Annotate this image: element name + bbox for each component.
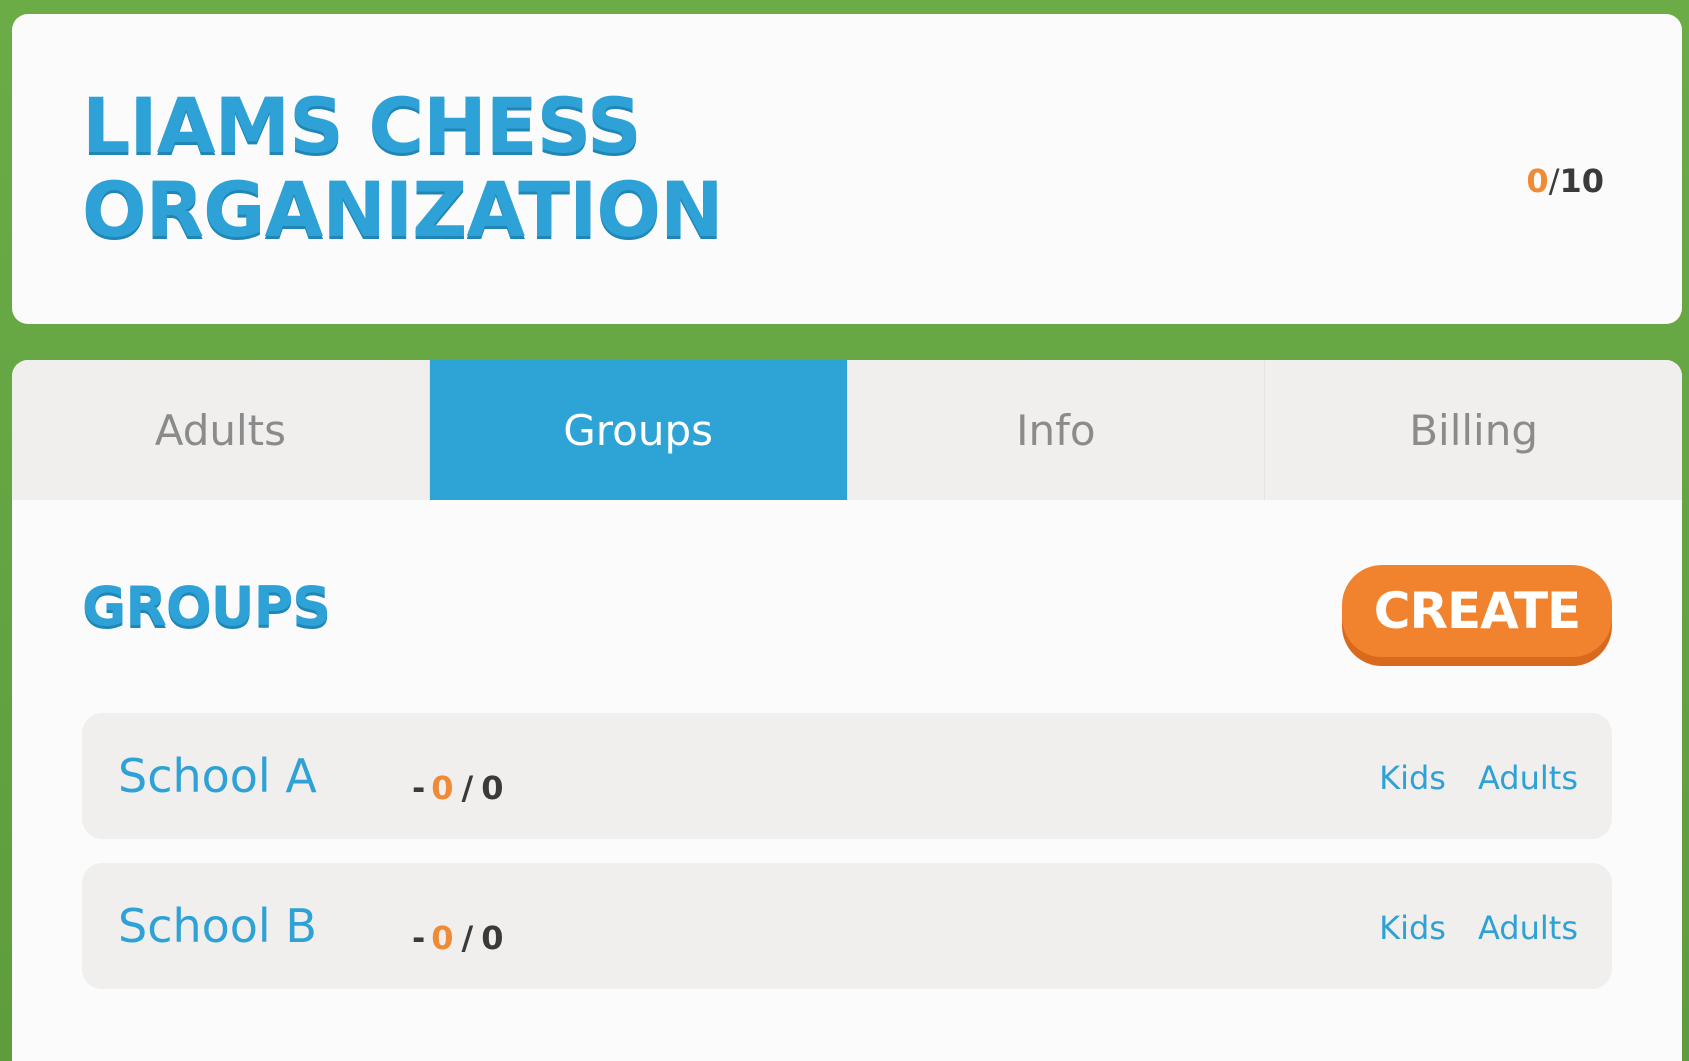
organization-title-line-1: Liams Chess [82, 81, 642, 170]
group-stats: -0/0 [404, 919, 504, 957]
group-row: School B -0/0 Kids Adults [82, 863, 1612, 989]
group-kids-link[interactable]: Kids [1379, 909, 1446, 947]
page: Liams Chess Organization 0/10 Adults Gro… [0, 0, 1689, 1061]
group-stats-used: 0 [431, 919, 454, 957]
group-stats-used: 0 [431, 769, 454, 807]
tab-billing[interactable]: Billing [1265, 360, 1682, 500]
tab-info[interactable]: Info [848, 360, 1266, 500]
tab-adults[interactable]: Adults [12, 360, 430, 500]
group-stats-slash: / [461, 919, 474, 957]
group-name[interactable]: School A [118, 749, 317, 803]
tab-bar: Adults Groups Info Billing [12, 360, 1682, 500]
group-kids-link[interactable]: Kids [1379, 759, 1446, 797]
group-stats-dash: - [412, 919, 426, 957]
member-count: 0/10 [1526, 162, 1604, 200]
group-list: School A -0/0 Kids Adults School B -0/0 K… [82, 713, 1612, 1013]
group-stats-total: 0 [481, 769, 504, 807]
group-name[interactable]: School B [118, 899, 317, 953]
main-card: Adults Groups Info Billing Groups Create… [12, 360, 1682, 1061]
create-button[interactable]: Create [1342, 565, 1612, 657]
groups-section-header: Groups Create [82, 565, 1612, 665]
group-links: Kids Adults [1347, 759, 1578, 797]
group-stats-total: 0 [481, 919, 504, 957]
member-count-separator: / [1548, 162, 1560, 200]
organization-title-line-2: Organization [82, 165, 724, 254]
group-adults-link[interactable]: Adults [1478, 759, 1578, 797]
header-card: Liams Chess Organization 0/10 [12, 14, 1682, 324]
group-adults-link[interactable]: Adults [1478, 909, 1578, 947]
group-name-link[interactable]: School A [118, 749, 317, 803]
group-name-link[interactable]: School B [118, 899, 317, 953]
tab-groups[interactable]: Groups [429, 360, 848, 500]
group-row: School A -0/0 Kids Adults [82, 713, 1612, 839]
group-stats-slash: / [461, 769, 474, 807]
section-title: Groups [82, 575, 331, 638]
member-count-total: 10 [1559, 162, 1604, 200]
organization-title: Liams Chess Organization [82, 84, 782, 252]
member-count-used: 0 [1526, 162, 1549, 200]
group-links: Kids Adults [1347, 909, 1578, 947]
group-stats-dash: - [412, 769, 426, 807]
group-stats: -0/0 [404, 769, 504, 807]
